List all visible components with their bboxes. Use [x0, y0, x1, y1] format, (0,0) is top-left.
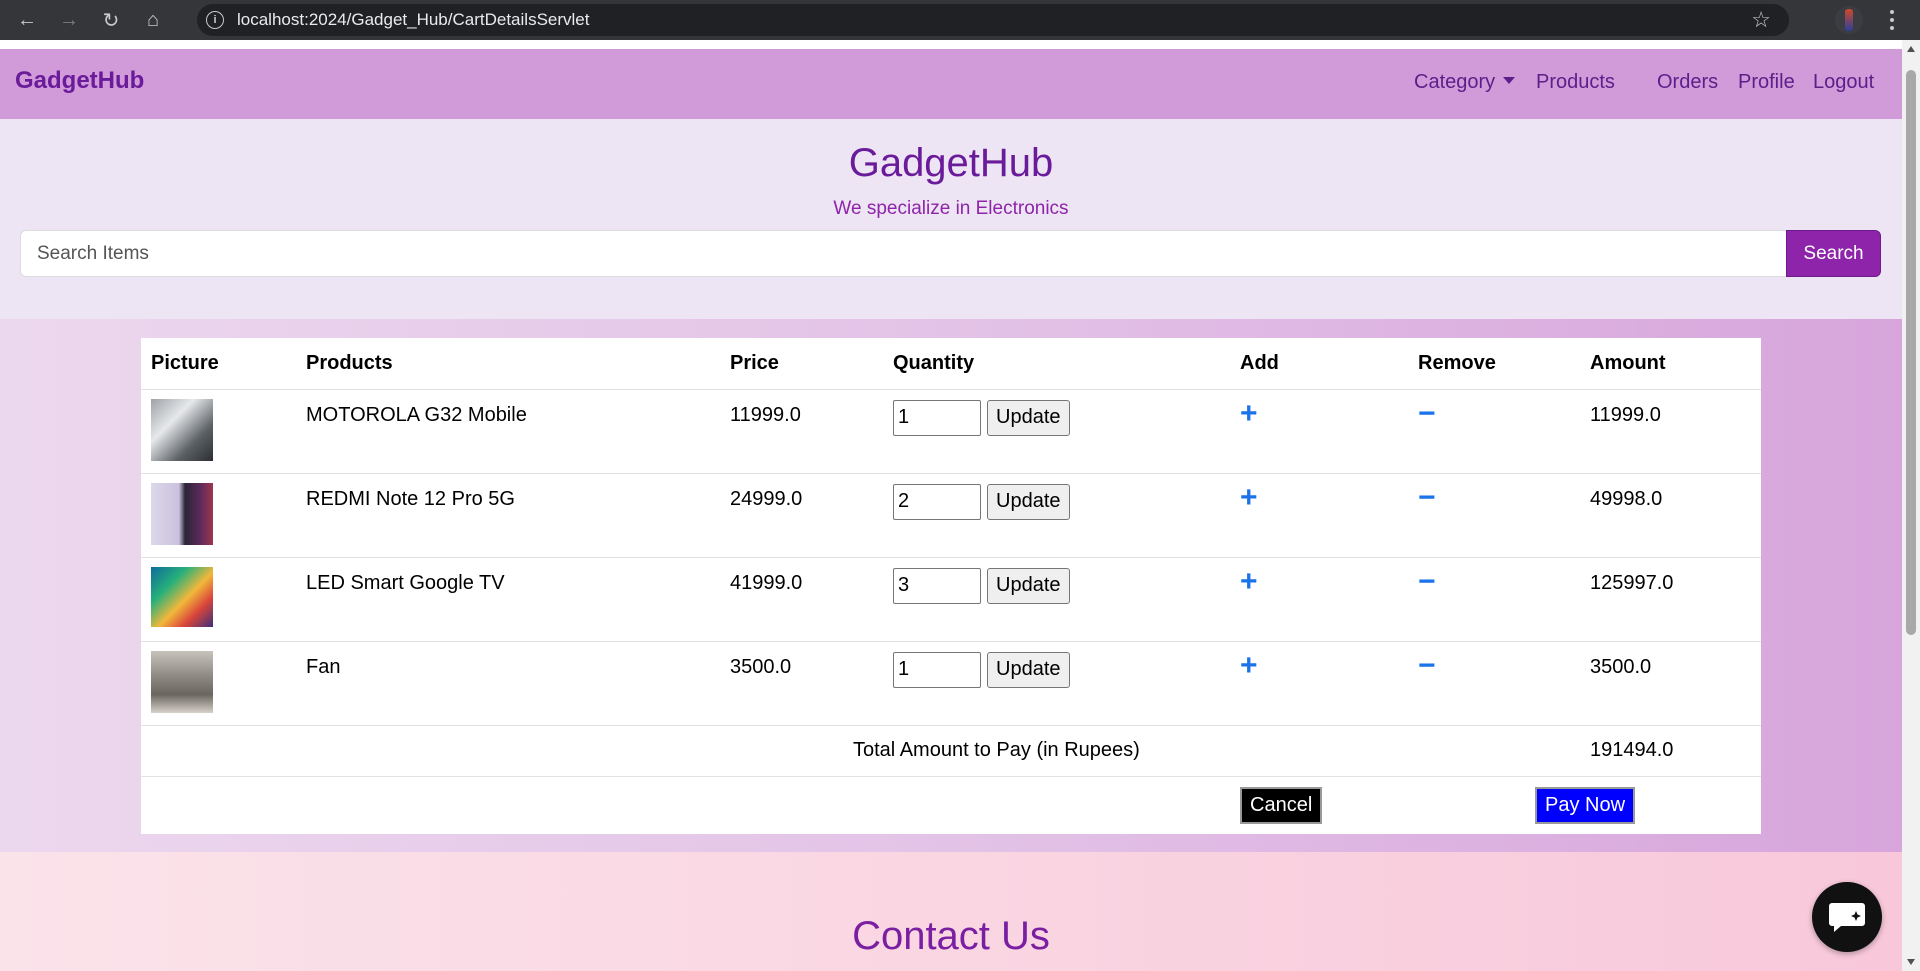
contact-title: Contact Us	[852, 914, 1050, 958]
update-quantity-button[interactable]: Update	[987, 399, 1070, 436]
update-quantity-button[interactable]: Update	[987, 483, 1070, 520]
nav-logout-link[interactable]: Logout	[1813, 71, 1874, 94]
minus-icon[interactable]: −	[1418, 482, 1436, 512]
cart-header-row: Picture Products Price Quantity Add Remo…	[141, 338, 1761, 390]
reload-icon[interactable]: ↻	[96, 5, 126, 35]
cancel-button[interactable]: Cancel	[1240, 786, 1323, 824]
product-amount: 125997.0	[1580, 557, 1761, 642]
search-input[interactable]	[20, 230, 1786, 277]
cart-total-row: Total Amount to Pay (in Rupees) 191494.0	[141, 725, 1761, 777]
product-image-redmi	[151, 482, 213, 545]
minus-icon[interactable]: −	[1418, 566, 1436, 596]
plus-icon[interactable]: +	[1240, 398, 1258, 428]
cart-actions-row: Cancel Pay Now	[141, 776, 1761, 833]
product-name: MOTOROLA G32 Mobile	[296, 389, 720, 474]
column-header-picture: Picture	[141, 338, 296, 390]
browser-toolbar: ← → ↻ ⌂ i localhost:2024/Gadget_Hub/Cart…	[0, 0, 1920, 40]
site-info-icon[interactable]: i	[206, 11, 224, 29]
product-amount: 49998.0	[1580, 473, 1761, 558]
product-price: 24999.0	[720, 473, 883, 558]
cart-row: REDMI Note 12 Pro 5G 24999.0 Update + − …	[141, 473, 1761, 558]
quantity-input[interactable]	[893, 567, 981, 604]
update-quantity-button[interactable]: Update	[987, 651, 1070, 688]
chat-widget-button[interactable]	[1812, 882, 1882, 952]
contact-section: Contact Us	[0, 852, 1902, 971]
nav-profile-link[interactable]: Profile	[1738, 71, 1795, 94]
column-header-price: Price	[720, 338, 883, 390]
product-image-motorola	[151, 398, 213, 461]
scroll-up-arrow-icon[interactable]	[1907, 46, 1915, 52]
product-name: Fan	[296, 641, 720, 726]
product-name: REDMI Note 12 Pro 5G	[296, 473, 720, 558]
nav-category-label: Category	[1414, 71, 1496, 93]
update-quantity-button[interactable]: Update	[987, 567, 1070, 604]
scroll-down-arrow-icon[interactable]	[1907, 959, 1915, 965]
brand-logo-link[interactable]: GadgetHub	[15, 67, 144, 95]
quantity-input[interactable]	[893, 483, 981, 520]
product-image-fan	[151, 650, 213, 713]
url-text[interactable]: localhost:2024/Gadget_Hub/CartDetailsSer…	[237, 10, 589, 30]
plus-icon[interactable]: +	[1240, 566, 1258, 596]
page-scrollbar[interactable]	[1902, 40, 1920, 971]
bookmark-star-icon[interactable]: ☆	[1751, 7, 1771, 33]
nav-orders-link[interactable]: Orders	[1657, 71, 1718, 94]
browser-menu-icon[interactable]	[1890, 10, 1896, 30]
cart-section: Picture Products Price Quantity Add Remo…	[0, 319, 1902, 852]
product-amount: 3500.0	[1580, 641, 1761, 726]
profile-avatar-icon[interactable]	[1835, 6, 1863, 34]
minus-icon[interactable]: −	[1418, 650, 1436, 680]
nav-products-link[interactable]: Products	[1536, 71, 1615, 94]
product-amount: 11999.0	[1580, 389, 1761, 474]
product-price: 11999.0	[720, 389, 883, 474]
column-header-quantity: Quantity	[883, 338, 1230, 390]
cart-row: MOTOROLA G32 Mobile 11999.0 Update + − 1…	[141, 389, 1761, 474]
total-amount: 191494.0	[1580, 725, 1761, 777]
page-title: GadgetHub	[848, 141, 1054, 185]
cart-table: Picture Products Price Quantity Add Remo…	[141, 338, 1761, 833]
cart-row: LED Smart Google TV 41999.0 Update + − 1…	[141, 557, 1761, 642]
scrollbar-thumb[interactable]	[1906, 70, 1916, 635]
nav-category-dropdown[interactable]: Category	[1414, 71, 1516, 94]
address-bar[interactable]: i localhost:2024/Gadget_Hub/CartDetailsS…	[197, 4, 1789, 36]
column-header-add: Add	[1230, 338, 1408, 390]
cart-table-container: Picture Products Price Quantity Add Remo…	[141, 338, 1761, 834]
column-header-amount: Amount	[1580, 338, 1761, 390]
hero-header: GadgetHub We specialize in Electronics S…	[0, 119, 1902, 319]
product-image-tv	[151, 566, 213, 627]
forward-arrow-icon[interactable]: →	[54, 5, 84, 35]
cart-row: Fan 3500.0 Update + − 3500.0	[141, 641, 1761, 726]
pay-now-button[interactable]: Pay Now	[1535, 786, 1636, 824]
plus-icon[interactable]: +	[1240, 650, 1258, 680]
plus-icon[interactable]: +	[1240, 482, 1258, 512]
search-button[interactable]: Search	[1786, 230, 1881, 277]
column-header-remove: Remove	[1408, 338, 1580, 390]
quantity-input[interactable]	[893, 399, 981, 436]
back-arrow-icon[interactable]: ←	[12, 5, 42, 35]
product-name: LED Smart Google TV	[296, 557, 720, 642]
product-price: 3500.0	[720, 641, 883, 726]
caret-down-icon	[1503, 77, 1516, 85]
minus-icon[interactable]: −	[1418, 398, 1436, 428]
chat-bubble-icon	[1829, 903, 1865, 932]
quantity-input[interactable]	[893, 651, 981, 688]
page-tagline: We specialize in Electronics	[833, 198, 1069, 219]
site-navbar: GadgetHub Category Products Orders Profi…	[0, 49, 1902, 119]
product-price: 41999.0	[720, 557, 883, 642]
column-header-products: Products	[296, 338, 720, 390]
home-icon[interactable]: ⌂	[138, 5, 168, 35]
total-label: Total Amount to Pay (in Rupees)	[853, 738, 1140, 761]
